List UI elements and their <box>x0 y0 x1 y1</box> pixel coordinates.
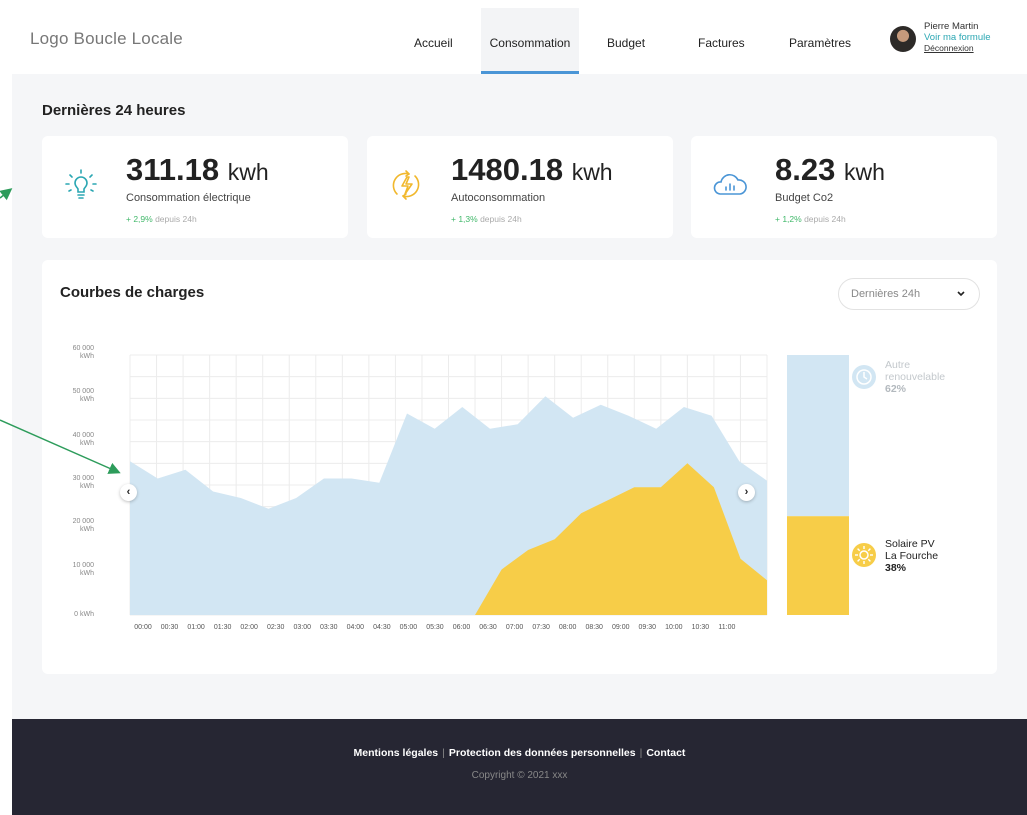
mix-bar-segment-1 <box>787 516 849 615</box>
sun-icon <box>852 543 876 567</box>
footer-link-privacy[interactable]: Protection des données personnelles <box>449 747 636 759</box>
nav-accueil[interactable]: Accueil <box>414 36 453 50</box>
lightbulb-icon <box>65 169 97 199</box>
stat-value: 8.23 kwh <box>775 152 885 187</box>
stat-change: + 1,3% depuis 24h <box>451 214 522 224</box>
stat-label: Autoconsommation <box>451 192 546 204</box>
renewable-icon <box>852 365 876 389</box>
copyright: Copyright © 2021 xxx <box>471 770 568 781</box>
stat-value: 1480.18 kwh <box>451 152 613 187</box>
footer: Mentions légales | Protection des données … <box>12 719 1027 815</box>
mix-bar-segment-0 <box>787 355 849 517</box>
lightning-icon <box>392 170 420 200</box>
avatar[interactable] <box>890 26 916 52</box>
stat-card-consumption: 311.18 kwh Consommation électrique + 2,9… <box>42 136 348 238</box>
stat-change: + 1,2% depuis 24h <box>775 214 846 224</box>
page: Logo Boucle Locale Accueil Consommation … <box>0 0 1027 815</box>
mix-label-renewable: Autre renouvelable 62% <box>885 359 946 395</box>
stat-label: Budget Co2 <box>775 192 834 204</box>
stat-change: + 2,9% depuis 24h <box>126 214 197 224</box>
nav-budget[interactable]: Budget <box>607 36 645 50</box>
stat-card-co2: 8.23 kwh Budget Co2 + 1,2% depuis 24h <box>691 136 997 238</box>
user-name: Pierre Martin <box>924 21 979 32</box>
load-curve-chart <box>129 354 849 616</box>
chart-next-button[interactable]: › <box>738 484 755 501</box>
stat-value: 311.18 kwh <box>126 152 269 187</box>
cloud-chart-icon <box>713 174 747 195</box>
annotation-arrow-1 <box>0 188 13 201</box>
user-menu: Pierre Martin Voir ma formule Déconnexio… <box>924 21 991 54</box>
nav-factures[interactable]: Factures <box>698 36 745 50</box>
logout-link[interactable]: Déconnexion <box>924 43 991 54</box>
chart-prev-button[interactable]: ‹ <box>120 484 137 501</box>
stat-label: Consommation électrique <box>126 192 251 204</box>
chart-card: Courbes de charges Dernières 24h 0 kWh 10… <box>42 260 997 674</box>
header: Logo Boucle Locale Accueil Consommation … <box>12 0 1027 74</box>
mix-label-solar: Solaire PV La Fourche 38% <box>885 538 939 574</box>
formula-link[interactable]: Voir ma formule <box>924 32 991 43</box>
section-title: Dernières 24 heures <box>42 102 186 119</box>
footer-link-legal[interactable]: Mentions légales <box>354 747 439 759</box>
app: Logo Boucle Locale Accueil Consommation … <box>12 0 1027 815</box>
footer-link-contact[interactable]: Contact <box>646 747 685 759</box>
stat-card-autoconsumption: 1480.18 kwh Autoconsommation + 1,3% depu… <box>367 136 673 238</box>
nav-parametres[interactable]: Paramètres <box>789 36 851 50</box>
nav-consommation[interactable]: Consommation <box>481 8 579 74</box>
logo[interactable]: Logo Boucle Locale <box>30 29 183 49</box>
footer-links: Mentions légales | Protection des données … <box>353 747 686 759</box>
